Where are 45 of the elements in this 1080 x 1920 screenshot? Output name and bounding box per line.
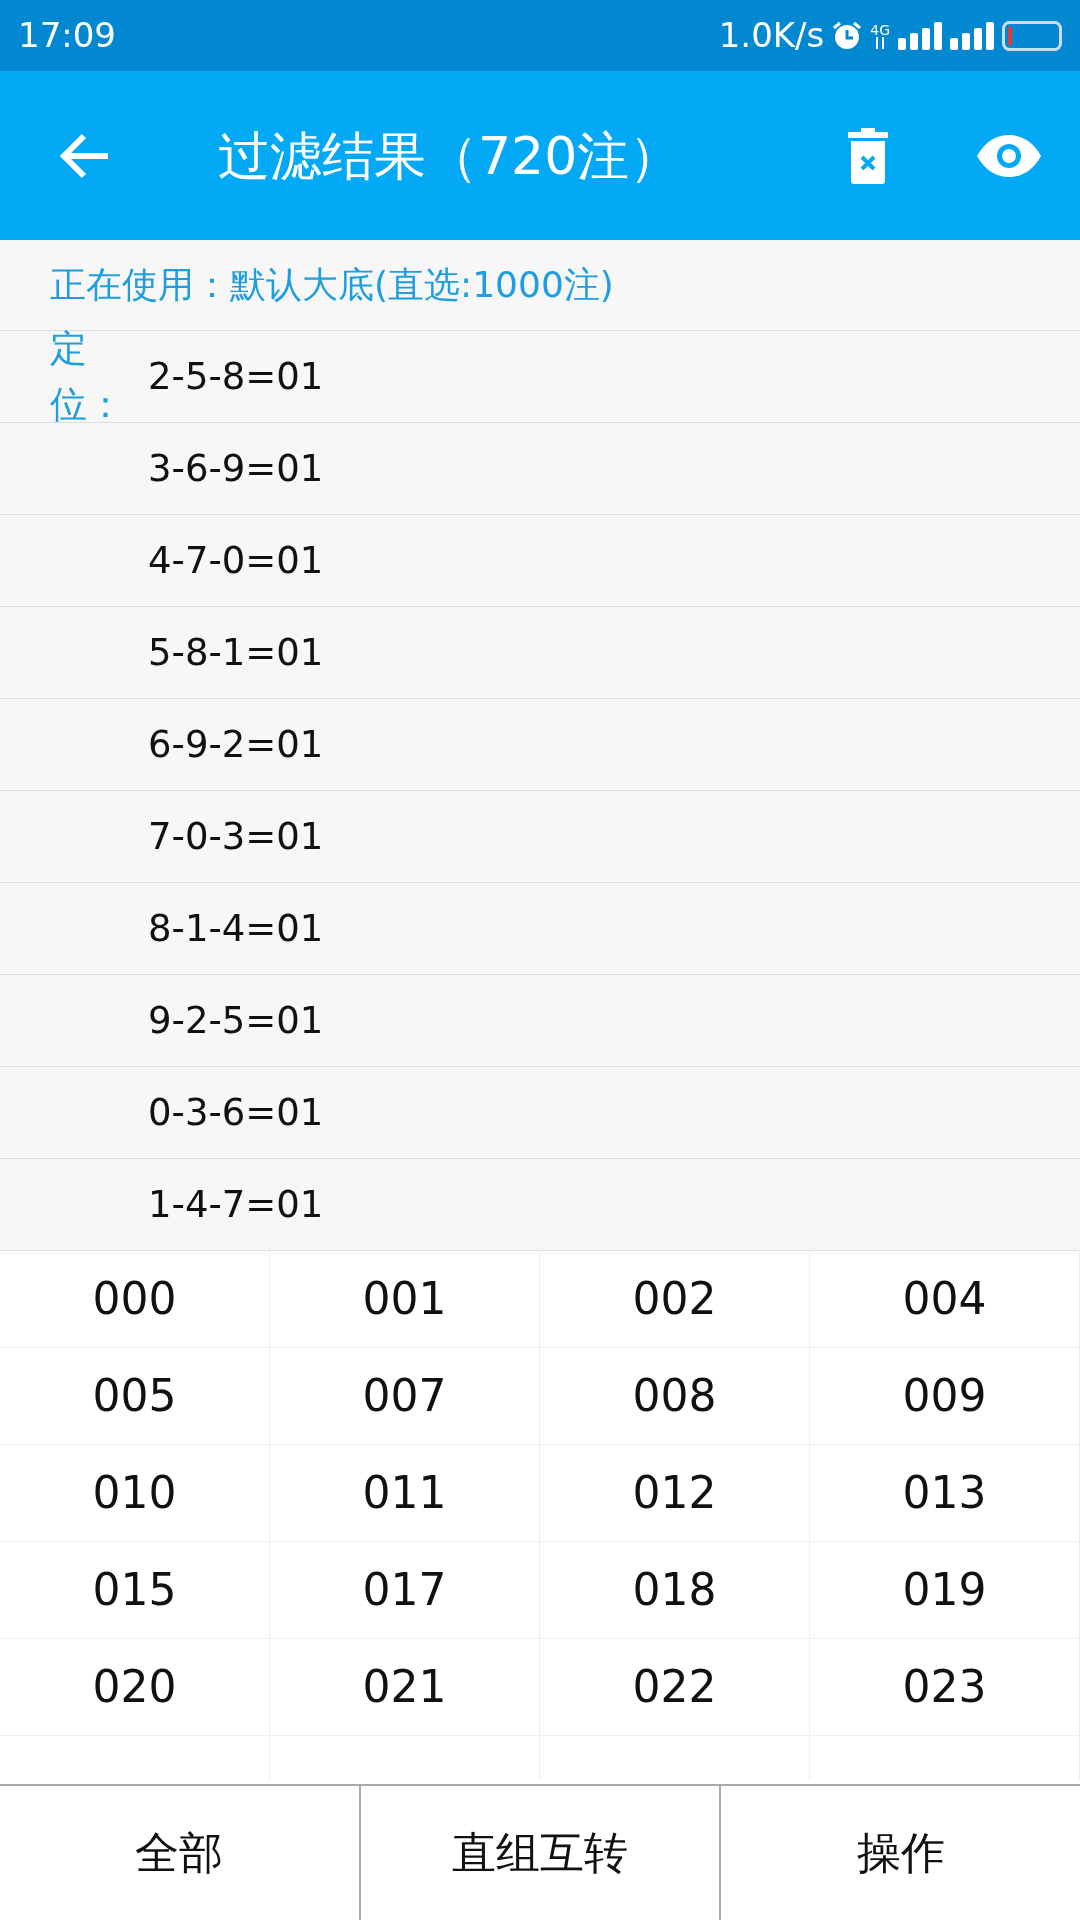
network-speed: 1.0K/s (718, 14, 825, 57)
number-cell-text: 010 (92, 1466, 177, 1520)
rule-text: 6-9-2=01 (148, 721, 324, 768)
rule-text: 9-2-5=01 (148, 997, 324, 1044)
rule-text: 2-5-8=01 (148, 353, 324, 400)
usage-value: 默认大底(直选:1000注) (230, 263, 614, 307)
number-cell-text: 004 (902, 1272, 987, 1326)
back-button[interactable] (58, 131, 110, 180)
signal-icon (950, 21, 994, 50)
signal-icon (898, 21, 942, 50)
data-arrows-icon (875, 36, 886, 49)
number-cell-text: 013 (902, 1466, 987, 1520)
screen-title: 过滤结果（720注） (218, 124, 682, 188)
usage-label: 正在使用： (50, 263, 230, 307)
number-cell-text: 001 (362, 1272, 447, 1326)
rule-text: 8-1-4=01 (148, 905, 324, 952)
number-cell-text: 021 (362, 1660, 447, 1714)
number-cell-text: 020 (92, 1660, 177, 1714)
rule-text: 0-3-6=01 (148, 1089, 324, 1136)
number-cell-text: 008 (632, 1369, 717, 1423)
rule-text: 4-7-0=01 (148, 537, 324, 584)
delete-button[interactable] (848, 127, 888, 184)
number-cell-text: 017 (362, 1563, 447, 1617)
number-cell-text: 018 (632, 1563, 717, 1617)
number-cell-text: 019 (902, 1563, 987, 1617)
alarm-clock-icon (832, 20, 863, 51)
positioning-label: 定位： (50, 327, 124, 426)
rule-text: 7-0-3=01 (148, 813, 324, 860)
status-time: 17:09 (18, 14, 116, 57)
rule-text: 3-6-9=01 (148, 445, 324, 492)
rule-text: 5-8-1=01 (148, 629, 324, 676)
number-cell-text: 002 (632, 1272, 717, 1326)
battery-icon (1002, 20, 1062, 51)
number-cell-text: 015 (92, 1563, 177, 1617)
network-type: 4G (870, 22, 890, 37)
number-cell-text: 009 (902, 1369, 987, 1423)
eye-button[interactable] (976, 133, 1042, 178)
number-cell-text: 000 (92, 1272, 177, 1326)
number-cell-text: 005 (92, 1369, 177, 1423)
number-cell-text: 022 (632, 1660, 717, 1714)
number-cell-text: 011 (362, 1466, 447, 1520)
number-cell-text: 007 (362, 1369, 447, 1423)
rule-text: 1-4-7=01 (148, 1181, 324, 1228)
number-cell-text: 023 (902, 1660, 987, 1714)
number-cell-text: 012 (632, 1466, 717, 1520)
